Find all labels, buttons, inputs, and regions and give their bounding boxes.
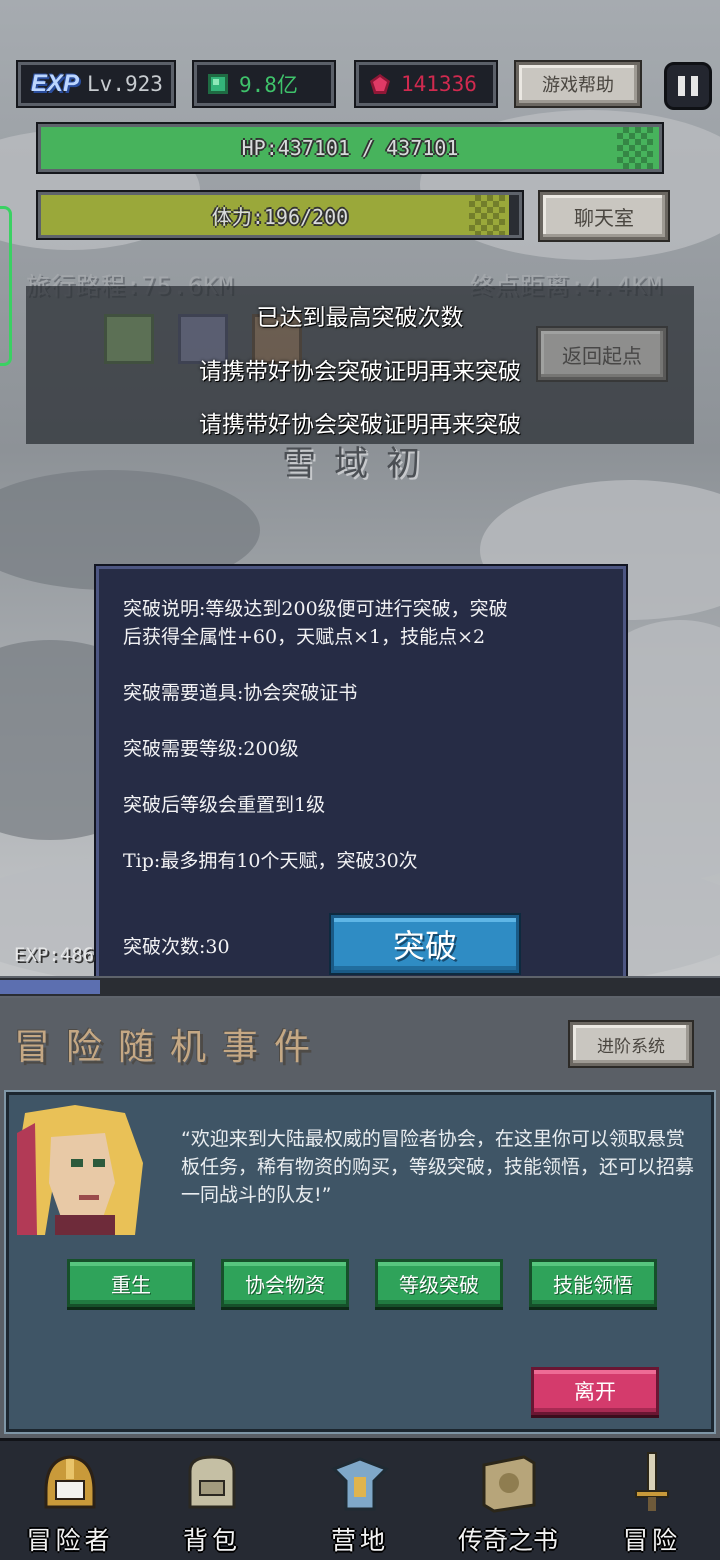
level-breakthrough-label: 等级突破 <box>399 1272 479 1297</box>
nav-item-camp[interactable]: 营地 <box>298 1441 418 1560</box>
hp-text: HP:437101 / 437101 <box>241 136 459 160</box>
level-display: EXP Lv.923 <box>16 60 176 108</box>
skill-comprehend-label: 技能领悟 <box>553 1272 633 1297</box>
gold-display: 9.8亿 <box>192 60 336 108</box>
camp-icon <box>331 1457 389 1511</box>
item-requirement: 突破需要道具:协会突破证书 <box>123 682 358 704</box>
book-icon <box>482 1455 536 1513</box>
nav-item-adventurer[interactable]: 冒险者 <box>8 1441 128 1560</box>
npc-panel: “欢迎来到大陆最权威的冒险者协会，在这里你可以领取悬赏板任务，稀有物资的购买，等… <box>4 1090 716 1434</box>
backpack-icon <box>188 1455 236 1509</box>
exp-bar <box>0 976 720 998</box>
game-help-button[interactable]: 游戏帮助 <box>516 62 640 106</box>
nav-label: 传奇之书 <box>457 1526 558 1555</box>
rebirth-label: 重生 <box>111 1272 151 1297</box>
leave-label: 离开 <box>574 1380 616 1404</box>
breakthrough-desc-line1: 突破说明:等级达到200级便可进行突破，突破 <box>123 598 508 620</box>
level-requirement: 突破需要等级:200级 <box>123 738 299 760</box>
skill-comprehend-button[interactable]: 技能领悟 <box>529 1259 657 1307</box>
breakthrough-dialog: 突破说明:等级达到200级便可进行突破，突破 后获得全属性+60，天赋点×1，技… <box>94 564 628 996</box>
breakthrough-button-label: 突破 <box>392 927 457 965</box>
breakthrough-count: 突破次数:30 <box>123 936 230 958</box>
sword-icon <box>635 1452 669 1511</box>
breakthrough-desc-line2: 后获得全属性+60，天赋点×1，技能点×2 <box>123 626 486 648</box>
side-drawer-tab[interactable] <box>0 206 12 366</box>
area-name: 雪域初 <box>282 444 438 484</box>
bottom-nav: 冒险者 背包 营地 传奇之书 冒险 <box>0 1438 720 1560</box>
chat-room-label: 聊天室 <box>574 205 634 230</box>
breakthrough-button[interactable]: 突破 <box>331 915 519 973</box>
hp-bar: HP:437101 / 437101 <box>36 122 664 174</box>
stamina-text: 体力:196/200 <box>211 204 349 229</box>
nav-item-adventure[interactable]: 冒险 <box>590 1441 710 1560</box>
nav-item-legend-book[interactable]: 传奇之书 <box>446 1441 566 1560</box>
chat-room-button[interactable]: 聊天室 <box>540 192 668 240</box>
toast-line: 请携带好协会突破证明再来突破 <box>199 412 521 438</box>
advance-system-button[interactable]: 进阶系统 <box>570 1022 692 1066</box>
exp-label: EXP:486 <box>14 944 95 966</box>
rebirth-button[interactable]: 重生 <box>67 1259 195 1307</box>
npc-message: “欢迎来到大陆最权威的冒险者协会，在这里你可以领取悬赏板任务，稀有物资的购买，等… <box>181 1128 695 1206</box>
level-breakthrough-button[interactable]: 等级突破 <box>375 1259 503 1307</box>
toast-line: 已达到最高突破次数 <box>256 305 464 331</box>
npc-portrait <box>15 1103 151 1235</box>
nav-label: 冒险者 <box>26 1526 114 1555</box>
advance-system-label: 进阶系统 <box>597 1036 665 1057</box>
pause-button[interactable] <box>664 62 712 110</box>
stamina-bar: 体力:196/200 <box>36 190 524 240</box>
reset-note: 突破后等级会重置到1级 <box>123 794 326 816</box>
guild-supplies-label: 协会物资 <box>245 1272 325 1297</box>
pause-icon <box>678 76 685 96</box>
nav-label: 背包 <box>182 1526 241 1555</box>
gold-text: 9.8亿 <box>239 73 298 97</box>
nav-item-backpack[interactable]: 背包 <box>150 1441 270 1560</box>
gem-text: 141336 <box>401 72 477 96</box>
tip-text: Tip:最多拥有10个天赋，突破30次 <box>123 850 418 872</box>
nav-label: 冒险 <box>622 1526 681 1555</box>
level-text: Lv.923 <box>87 72 163 96</box>
nav-label: 营地 <box>330 1526 389 1555</box>
gem-display: 141336 <box>354 60 498 108</box>
toast-line: 请携带好协会突破证明再来突破 <box>199 359 521 385</box>
green-gem-icon <box>208 74 228 94</box>
guild-supplies-button[interactable]: 协会物资 <box>221 1259 349 1307</box>
red-gem-icon <box>370 74 390 94</box>
leave-button[interactable]: 离开 <box>531 1367 659 1415</box>
exp-bar-fill <box>0 980 100 994</box>
random-event-title: 冒险随机事件 <box>14 1027 327 1068</box>
helmet-icon <box>44 1455 96 1509</box>
game-help-label: 游戏帮助 <box>542 75 614 96</box>
exp-badge: EXP <box>31 70 80 97</box>
